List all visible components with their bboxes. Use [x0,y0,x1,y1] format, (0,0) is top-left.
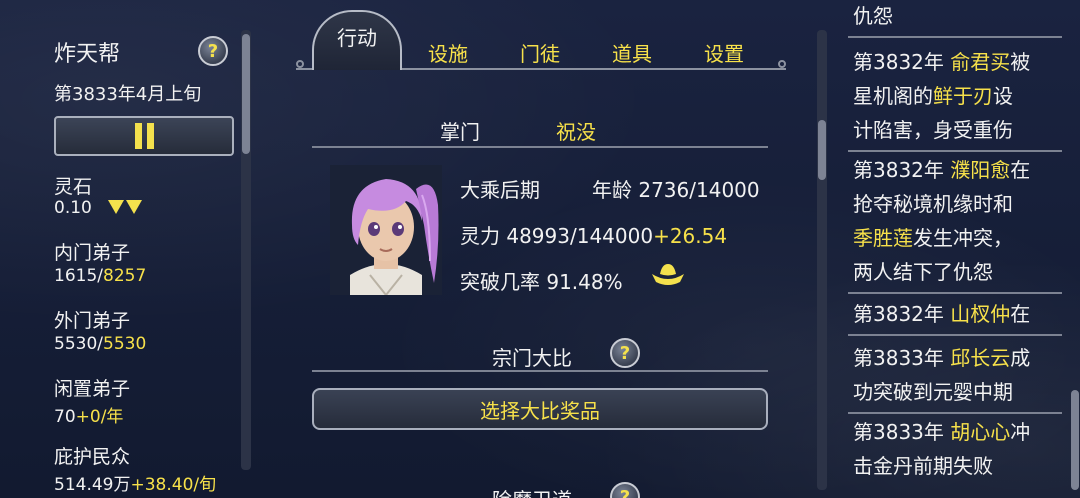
tab-facilities[interactable]: 设施 [412,32,484,72]
sect-name: 炸天帮 [54,42,121,67]
log-line: 击金丹前期失败 [853,454,993,478]
pause-icon [134,123,142,149]
log-scrollbar[interactable] [1071,390,1079,490]
log-divider [848,150,1062,152]
stat-label-spirit-stone: 灵石 [54,176,93,198]
center-scrollbar[interactable] [817,30,827,490]
help-icon[interactable]: ? [198,36,228,66]
log-line: 第3832年 山杈仲在 [853,302,1031,326]
log-line: 第3833年 胡心心冲 [853,420,1031,444]
event-log: 仇怨第3832年 俞君买被 星机阁的鲜于刃设 计陷害，身受重伤 第3832年 濮阳愈在… [838,0,1070,498]
divider [312,370,768,372]
log-character-name[interactable]: 邱长云 [950,346,1010,370]
sidebar-scrollbar[interactable] [241,30,251,470]
log-line: 抢夺秘境机缘时和 [853,192,1013,216]
log-character-name[interactable]: 濮阳愈 [950,158,1010,182]
stat-label-outer-disciples: 外门弟子 [54,310,131,332]
log-divider [848,334,1062,336]
log-line: 星机阁的鲜于刃设 [853,84,1013,108]
stat-label-idle-disciples: 闲置弟子 [54,378,131,400]
log-line: 计陷害，身受重伤 [853,118,1013,142]
master-spirit-power: 灵力 48993/144000+26.54 [460,224,728,248]
log-line: 第3832年 俞君买被 [853,50,1031,74]
log-character-name[interactable]: 鲜于刃 [933,84,993,108]
log-line: 第3833年 邱长云成 [853,346,1031,370]
log-character-name[interactable]: 胡心心 [950,420,1010,444]
log-line: 仇怨 [853,4,893,28]
sidebar: 炸天帮 ? 第3833年4月上旬 灵石 0.10 内门弟子 1615/8257 … [0,0,255,498]
tab-disciples[interactable]: 门徒 [504,32,576,72]
master-age: 年龄 2736/14000 [592,178,760,202]
stat-value-idle-disciples: 70+0/年 [54,407,124,427]
log-character-name[interactable]: 俞君买 [950,50,1010,74]
stat-value-spirit-stone: 0.10 [54,198,92,218]
stat-label-inner-disciples: 内门弟子 [54,242,131,264]
log-line: 第3832年 濮阳愈在 [853,158,1031,182]
log-divider [848,36,1062,38]
tournament-help-icon[interactable]: ? [610,338,640,368]
tab-items[interactable]: 道具 [596,32,668,72]
log-divider [848,412,1062,414]
master-name[interactable]: 祝没 [556,116,596,145]
master-breakthrough-rate: 突破几率 91.48% [460,270,623,294]
tab-settings[interactable]: 设置 [688,32,760,72]
stat-label-protected-people: 庇护民众 [54,446,131,468]
decline-arrows-icon [108,200,142,214]
select-prize-button[interactable]: 选择大比奖品 [312,388,768,430]
master-portrait[interactable] [330,165,442,295]
log-character-name[interactable]: 季胜莲 [853,226,913,250]
stat-value-inner-disciples: 1615/8257 [54,266,147,286]
demon-slaying-title: 除魔卫道 [492,484,572,498]
log-line: 季胜莲发生冲突， [853,226,1013,250]
log-line: 两人结下了仇怨 [853,260,993,284]
log-character-name[interactable]: 山杈仲 [950,302,1010,326]
stat-value-protected-people: 514.49万+38.40/旬 [54,475,217,495]
master-label: 掌门 [440,120,480,144]
gold-ingot-icon[interactable] [650,262,686,286]
pause-button[interactable] [54,116,234,156]
master-realm: 大乘后期 [460,178,540,202]
log-line: 功突破到元婴中期 [853,380,1013,404]
stat-value-outer-disciples: 5530/5530 [54,334,147,354]
tournament-title: 宗门大比 [492,346,572,370]
game-date: 第3833年4月上旬 [54,84,202,105]
log-divider [848,292,1062,294]
divider [312,146,768,148]
